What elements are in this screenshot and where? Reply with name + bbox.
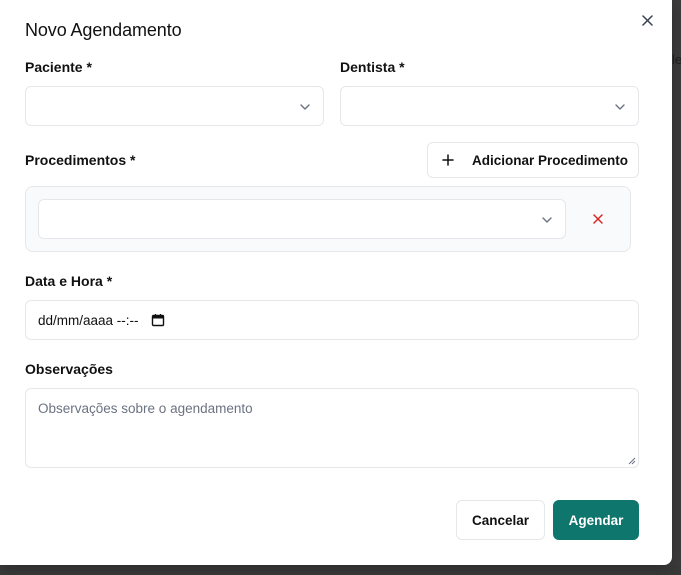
calendar-icon[interactable] [151, 313, 165, 327]
remove-procedure-button[interactable] [590, 211, 606, 227]
plus-icon [442, 154, 454, 166]
add-procedure-label: Adicionar Procedimento [472, 152, 629, 168]
datetime-value: dd/mm/aaaa --:-- [38, 312, 139, 328]
chevron-down-icon [300, 104, 310, 110]
procedures-label: Procedimentos * [25, 152, 136, 168]
patient-select[interactable] [25, 86, 324, 126]
datetime-label: Data e Hora * [25, 273, 113, 289]
backdrop-bottom [0, 565, 681, 575]
close-icon [593, 214, 603, 224]
schedule-button[interactable]: Agendar [553, 500, 639, 540]
procedure-select[interactable] [38, 199, 566, 239]
new-appointment-dialog: Novo Agendamento Paciente * Dentista * P… [0, 0, 672, 565]
notes-placeholder: Observações sobre o agendamento [38, 401, 253, 416]
close-icon [641, 14, 653, 26]
patient-label: Paciente * [25, 59, 92, 75]
add-procedure-button[interactable]: Adicionar Procedimento [427, 142, 639, 178]
notes-textarea[interactable]: Observações sobre o agendamento [25, 388, 639, 468]
chevron-down-icon [542, 217, 552, 223]
datetime-input[interactable]: dd/mm/aaaa --:-- [25, 300, 639, 340]
dentist-select[interactable] [340, 86, 639, 126]
close-button[interactable] [638, 11, 656, 29]
cancel-button[interactable]: Cancelar [456, 500, 545, 540]
resize-grip-icon[interactable] [628, 457, 636, 465]
chevron-down-icon [615, 104, 625, 110]
dialog-title: Novo Agendamento [25, 20, 182, 40]
notes-label: Observações [25, 361, 113, 377]
backdrop-text: le [672, 52, 681, 67]
dentist-label: Dentista * [340, 59, 405, 75]
